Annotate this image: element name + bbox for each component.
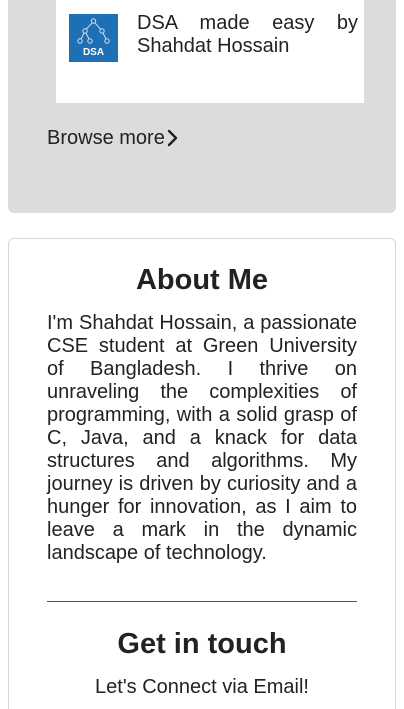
about-title: About Me (135, 264, 269, 296)
contact-title: Get in touch (117, 628, 287, 660)
browse-more-label: Browse more (47, 127, 165, 149)
contact-subtitle: Let's Connect via Email! (95, 676, 309, 698)
blog-post-title[interactable]: DSA made easy by Shahdat Hossain (137, 12, 358, 58)
about-text: I'm Shahdat Hossain, a passionate CSE st… (47, 312, 357, 564)
page: DSA DSA made easy by Shahdat Hossain Bro… (0, 0, 404, 709)
blog-section: DSA DSA made easy by Shahdat Hossain (8, 0, 396, 213)
dsa-thumbnail[interactable]: DSA (69, 14, 118, 62)
chevron-right-icon (167, 129, 178, 147)
browse-more-link[interactable]: Browse more (47, 126, 179, 150)
blog-post-card[interactable]: DSA DSA made easy by Shahdat Hossain (56, 0, 364, 103)
section-divider (47, 601, 357, 602)
thumbnail-label: DSA (83, 47, 104, 58)
